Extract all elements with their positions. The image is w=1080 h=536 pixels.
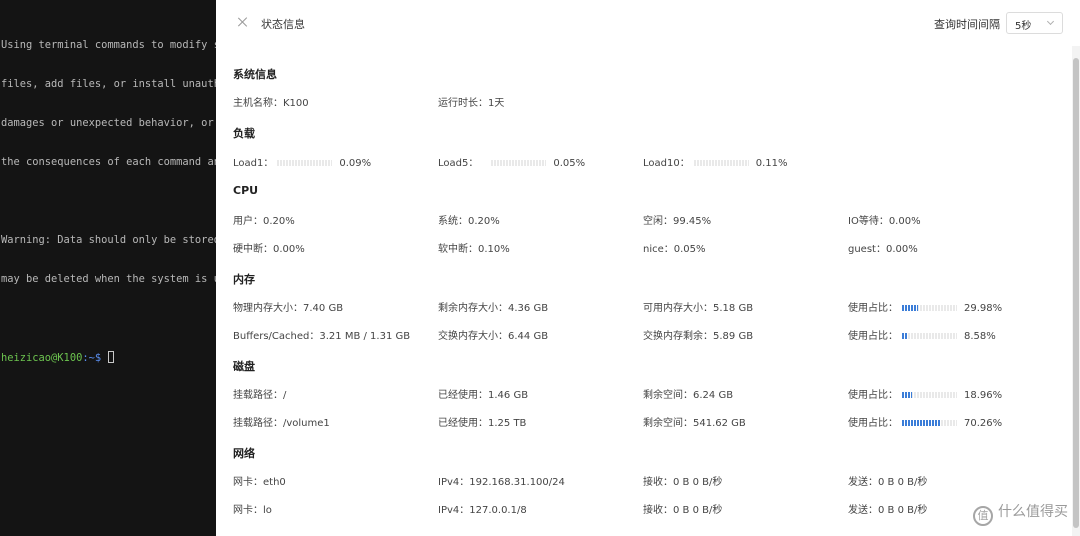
- memory-available: 可用内存大小：5.18 GB: [643, 303, 754, 314]
- disk-mount: 挂载路径：/: [233, 390, 287, 401]
- uptime: 运行时长：1天: [438, 98, 505, 109]
- network-nic: 网卡：eth0: [233, 477, 286, 488]
- swap-usage-value: 8.58%: [964, 331, 996, 342]
- disk-usage-bar: [902, 420, 957, 426]
- load10-cell: Load10： 0.11%: [643, 157, 788, 171]
- terminal-cursor: [108, 351, 115, 363]
- load1-cell: Load1： 0.09%: [233, 157, 371, 171]
- swap-free: 交换内存剩余：5.89 GB: [643, 331, 754, 342]
- swap-usage-label: 使用占比：: [848, 331, 898, 342]
- terminal-panel[interactable]: Using terminal commands to modify syste …: [0, 0, 216, 536]
- memory-usage-bar: [902, 305, 957, 311]
- network-ipv4: IPv4：127.0.0.1/8: [438, 505, 527, 516]
- load10-value: 0.11%: [755, 158, 788, 169]
- watermark: 值什么值得买: [973, 501, 1068, 526]
- cpu-softirq: 软中断：0.10%: [438, 244, 510, 255]
- network-nic: 网卡：lo: [233, 505, 272, 516]
- disk-mount: 挂载路径：/volume1: [233, 418, 330, 429]
- cpu-iowait: IO等待：0.00%: [848, 216, 921, 227]
- prompt-user: heizicao@K100: [1, 352, 83, 364]
- disk-free: 剩余空间：541.62 GB: [643, 418, 746, 429]
- memory-usage-value: 29.98%: [964, 303, 1003, 314]
- cpu-system: 系统：0.20%: [438, 216, 500, 227]
- network-tx: 发送：0 B 0 B/秒: [848, 477, 928, 488]
- memory-physical: 物理内存大小：7.40 GB: [233, 303, 344, 314]
- disk-used: 已经使用：1.46 GB: [438, 390, 529, 401]
- disk-usage-cell: 使用占比： 18.96%: [848, 389, 1002, 403]
- load5-bar: [491, 160, 547, 166]
- network-tx: 发送：0 B 0 B/秒: [848, 505, 928, 516]
- terminal-line: Warning: Data should only be stored in: [1, 234, 216, 246]
- terminal-line: Using terminal commands to modify syste: [1, 39, 216, 51]
- swap-usage-cell: 使用占比： 8.58%: [848, 330, 996, 344]
- memory-usage-cell: 使用占比： 29.98%: [848, 302, 1002, 316]
- load10-bar: [693, 160, 749, 166]
- memory-row-2: Buffers/Cached：3.21 MB / 1.31 GB 交换内存大小：…: [233, 330, 1053, 344]
- scrollbar-thumb[interactable]: [1073, 58, 1079, 528]
- cpu-hardirq: 硬中断：0.00%: [233, 244, 305, 255]
- terminal-line: the consequences of each command and pr: [1, 156, 216, 168]
- load1-label: Load1：: [233, 158, 274, 169]
- terminal-line: may be deleted when the system is updat: [1, 273, 216, 285]
- memory-free: 剩余内存大小：4.36 GB: [438, 303, 549, 314]
- disk-usage-cell: 使用占比： 70.26%: [848, 417, 1002, 431]
- cpu-nice: nice：0.05%: [643, 244, 706, 255]
- watermark-logo-icon: 值: [973, 506, 993, 526]
- terminal-prompt[interactable]: heizicao@K100:~$: [1, 351, 216, 365]
- disk-usage-value: 70.26%: [964, 418, 1003, 429]
- disk-usage-label: 使用占比：: [848, 418, 898, 429]
- prompt-path: :~$: [82, 352, 102, 364]
- swap-total: 交换内存大小：6.44 GB: [438, 331, 549, 342]
- load1-bar: [277, 160, 333, 166]
- status-drawer: 状态信息 查询时间间隔 5秒 系统信息 主机名称：K100 运行时长：1天 负载…: [216, 0, 1080, 536]
- network-row: 网卡：lo IPv4：127.0.0.1/8 接收：0 B 0 B/秒 发送：0…: [233, 504, 1053, 518]
- memory-usage-label: 使用占比：: [848, 303, 898, 314]
- cpu-idle: 空闲：99.45%: [643, 216, 712, 227]
- memory-buffers: Buffers/Cached：3.21 MB / 1.31 GB: [233, 331, 411, 342]
- system-row: 主机名称：K100 运行时长：1天: [233, 97, 1053, 111]
- load5-label: Load5：: [438, 158, 479, 169]
- swap-usage-bar: [902, 333, 957, 339]
- watermark-text: 什么值得买: [998, 504, 1068, 520]
- network-row: 网卡：eth0 IPv4：192.168.31.100/24 接收：0 B 0 …: [233, 476, 1053, 490]
- terminal-line: damages or unexpected behavior, or caus: [1, 117, 214, 129]
- disk-usage-bar: [902, 392, 957, 398]
- network-ipv4: IPv4：192.168.31.100/24: [438, 477, 565, 488]
- section-title-load: 负载: [233, 127, 255, 140]
- disk-row: 挂载路径：/ 已经使用：1.46 GB 剩余空间：6.24 GB 使用占比： 18…: [233, 389, 1053, 403]
- load5-cell: Load5： 0.05%: [438, 157, 585, 171]
- section-title-cpu: CPU: [233, 184, 259, 197]
- section-title-network: 网络: [233, 447, 255, 460]
- cpu-guest: guest：0.00%: [848, 244, 918, 255]
- disk-usage-value: 18.96%: [964, 390, 1003, 401]
- load10-label: Load10：: [643, 158, 690, 169]
- load5-value: 0.05%: [553, 158, 586, 169]
- hostname: 主机名称：K100: [233, 98, 309, 109]
- section-title-disk: 磁盘: [233, 360, 255, 373]
- section-title-system: 系统信息: [233, 68, 277, 81]
- disk-used: 已经使用：1.25 TB: [438, 418, 527, 429]
- cpu-row-2: 硬中断：0.00% 软中断：0.10% nice：0.05% guest：0.0…: [233, 243, 1053, 257]
- network-rx: 接收：0 B 0 B/秒: [643, 477, 723, 488]
- disk-row: 挂载路径：/volume1 已经使用：1.25 TB 剩余空间：541.62 G…: [233, 417, 1053, 431]
- section-title-memory: 内存: [233, 273, 255, 286]
- cpu-row-1: 用户：0.20% 系统：0.20% 空闲：99.45% IO等待：0.00%: [233, 215, 1053, 229]
- cpu-user: 用户：0.20%: [233, 216, 295, 227]
- disk-free: 剩余空间：6.24 GB: [643, 390, 734, 401]
- scrollbar[interactable]: [1072, 46, 1080, 536]
- memory-row-1: 物理内存大小：7.40 GB 剩余内存大小：4.36 GB 可用内存大小：5.1…: [233, 302, 1053, 316]
- terminal-line: files, add files, or install unauthoriz: [1, 78, 216, 90]
- load-row: Load1： 0.09% Load5： 0.05% Load10： 0.11%: [233, 157, 1053, 171]
- disk-usage-label: 使用占比：: [848, 390, 898, 401]
- network-rx: 接收：0 B 0 B/秒: [643, 505, 723, 516]
- status-content: 系统信息 主机名称：K100 运行时长：1天 负载 Load1： 0.09% Lo…: [233, 0, 1063, 536]
- load1-value: 0.09%: [339, 158, 372, 169]
